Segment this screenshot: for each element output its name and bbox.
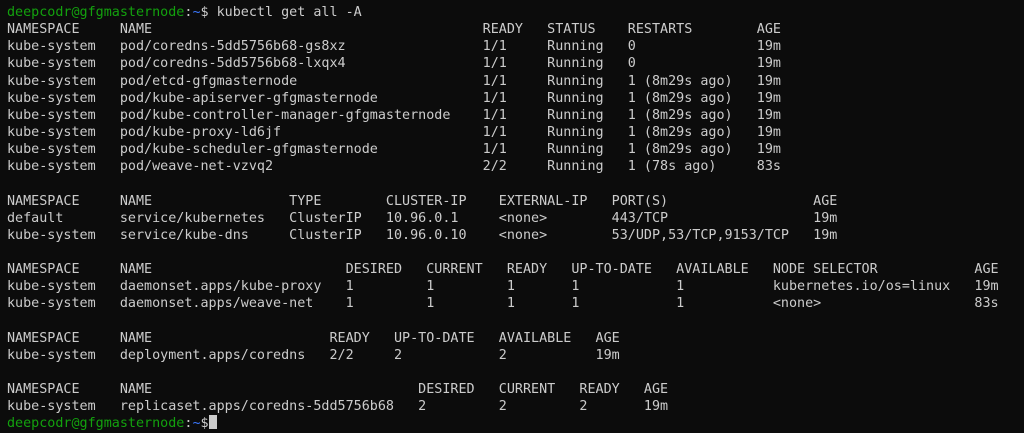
terminal-window[interactable]: deepcodr@gfgmasternode:~$ kubectl get al… — [0, 0, 1024, 431]
output-line: kube-system pod/kube-scheduler-gfgmaster… — [7, 142, 781, 158]
command-output: NAMESPACE NAME READY STATUS RESTARTS AGE… — [7, 21, 1024, 415]
output-line: kube-system daemonset.apps/weave-net 1 1… — [7, 296, 999, 312]
prompt-symbol: $ — [200, 416, 209, 432]
output-line: kube-system pod/etcd-gfgmasternode 1/1 R… — [7, 73, 781, 89]
command-line: deepcodr@gfgmasternode:~$ kubectl get al… — [7, 4, 1024, 21]
output-line: kube-system pod/kube-proxy-ld6jf 1/1 Run… — [7, 124, 781, 140]
output-line: kube-system pod/coredns-5dd5756b68-lxqx4… — [7, 56, 781, 72]
output-line: kube-system daemonset.apps/kube-proxy 1 … — [7, 279, 999, 295]
prompt-line[interactable]: deepcodr@gfgmasternode:~$ — [7, 415, 1024, 432]
output-line: default service/kubernetes ClusterIP 10.… — [7, 210, 838, 226]
output-line: kube-system pod/kube-apiserver-gfgmaster… — [7, 90, 781, 106]
prompt-user-host: deepcodr@gfgmasternode — [7, 5, 185, 20]
output-line: kube-system pod/weave-net-vzvq2 2/2 Runn… — [7, 159, 781, 175]
output-line: NAMESPACE NAME TYPE CLUSTER-IP EXTERNAL-… — [7, 193, 838, 209]
output-line: NAMESPACE NAME READY UP-TO-DATE AVAILABL… — [7, 330, 620, 346]
output-line: NAMESPACE NAME READY STATUS RESTARTS AGE — [7, 22, 781, 38]
output-line: NAMESPACE NAME DESIRED CURRENT READY AGE — [7, 382, 669, 398]
prompt-user-host: deepcodr@gfgmasternode — [7, 416, 185, 432]
output-line: kube-system replicaset.apps/coredns-5dd5… — [7, 399, 669, 415]
command-text: kubectl get all -A — [216, 5, 362, 20]
output-line: kube-system pod/kube-controller-manager-… — [7, 107, 781, 123]
prompt-path: ~ — [192, 416, 201, 432]
output-line: NAMESPACE NAME DESIRED CURRENT READY UP-… — [7, 262, 999, 278]
prompt-path: ~ — [192, 5, 201, 20]
output-line: kube-system deployment.apps/coredns 2/2 … — [7, 347, 620, 363]
output-line: kube-system pod/coredns-5dd5756b68-gs8xz… — [7, 39, 781, 55]
prompt-symbol: $ — [200, 5, 209, 20]
output-line: kube-system service/kube-dns ClusterIP 1… — [7, 227, 838, 243]
text-cursor — [208, 415, 217, 430]
